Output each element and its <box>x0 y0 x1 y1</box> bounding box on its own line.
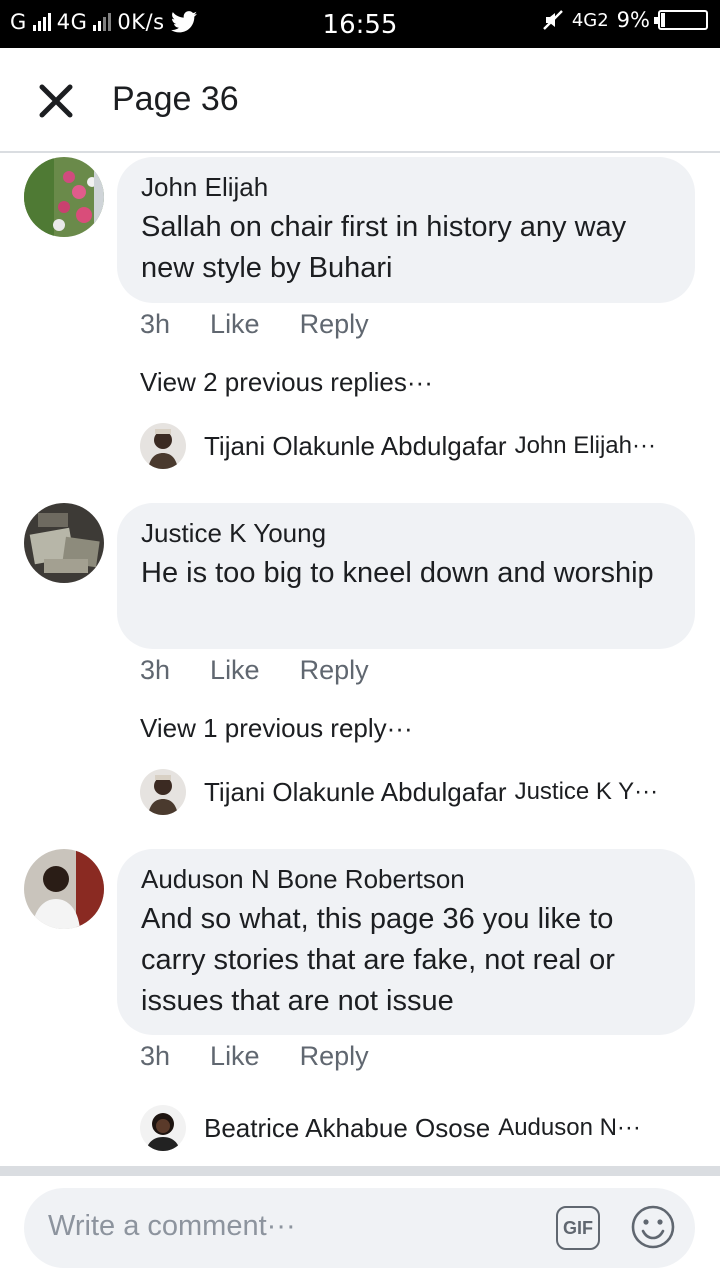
comments-list[interactable]: John Elijah Sallah on chair first in his… <box>0 153 720 1165</box>
close-icon[interactable] <box>36 81 76 121</box>
comment-time: 3h <box>140 655 171 685</box>
divider <box>0 1166 720 1176</box>
comment-actions: 3h Like Reply <box>140 1041 369 1072</box>
view-replies-link[interactable]: View 1 previous reply··· <box>140 713 413 744</box>
smiley-icon[interactable] <box>630 1204 676 1250</box>
reply-button[interactable]: Reply <box>300 655 369 686</box>
comment-time: 3h <box>140 309 171 339</box>
avatar <box>140 1105 186 1151</box>
avatar <box>140 769 186 815</box>
status-bar: G 4G 0K/s 16:55 4G2 9% <box>0 0 720 48</box>
comment-text: He is too big to kneel down and worship <box>141 557 654 589</box>
view-replies-link[interactable]: View 2 previous replies··· <box>140 367 433 398</box>
comment-actions: 3h Like Reply <box>140 309 369 340</box>
reply-preview[interactable]: Tijani Olakunle Abdulgafar Justice K Y··… <box>140 769 700 815</box>
reply-snippet: Auduson N··· <box>498 1114 641 1141</box>
avatar <box>140 423 186 469</box>
page-header: Page 36 <box>0 48 720 153</box>
comment-text: And so what, this page 36 you like to ca… <box>141 903 615 1017</box>
gif-button[interactable]: GIF <box>556 1206 600 1250</box>
reply-preview[interactable]: Beatrice Akhabue Osose Auduson N··· <box>140 1105 700 1151</box>
avatar[interactable] <box>24 503 104 583</box>
comment-time: 3h <box>140 1041 171 1071</box>
comment-input-placeholder[interactable]: Write a comment··· <box>48 1210 296 1243</box>
comment-author[interactable]: Justice K Young <box>141 517 671 549</box>
reply-preview[interactable]: Tijani Olakunle Abdulgafar John Elijah··… <box>140 423 700 469</box>
like-button[interactable]: Like <box>210 655 260 686</box>
status-right: 4G2 9% <box>542 8 708 32</box>
comment-bubble[interactable]: John Elijah Sallah on chair first in his… <box>117 157 695 303</box>
comment-text: Sallah on chair first in history any way… <box>141 211 627 284</box>
reply-snippet: Justice K Y··· <box>514 778 659 805</box>
like-button[interactable]: Like <box>210 1041 260 1072</box>
reply-author: Tijani Olakunle Abdulgafar <box>204 430 507 461</box>
comment-actions: 3h Like Reply <box>140 655 369 686</box>
avatar[interactable] <box>24 849 104 929</box>
battery-percent: 9% <box>616 8 650 32</box>
mute-icon <box>542 10 563 30</box>
avatar[interactable] <box>24 157 104 237</box>
reply-snippet: John Elijah··· <box>514 432 656 459</box>
comment-author[interactable]: John Elijah <box>141 171 671 203</box>
comment-composer[interactable]: Write a comment··· GIF <box>24 1188 695 1268</box>
reply-author: Tijani Olakunle Abdulgafar <box>204 776 507 807</box>
comment-bubble[interactable]: Auduson N Bone Robertson And so what, th… <box>117 849 695 1035</box>
reply-author: Beatrice Akhabue Osose <box>204 1112 491 1143</box>
reply-button[interactable]: Reply <box>300 1041 369 1072</box>
page-title: Page 36 <box>112 80 239 118</box>
comment-bubble[interactable]: Justice K Young He is too big to kneel d… <box>117 503 695 649</box>
battery-fill <box>661 13 665 27</box>
reply-button[interactable]: Reply <box>300 309 369 340</box>
battery-icon <box>654 10 708 30</box>
like-button[interactable]: Like <box>210 309 260 340</box>
network-right-label: 4G2 <box>571 9 609 31</box>
comment-author[interactable]: Auduson N Bone Robertson <box>141 863 671 895</box>
